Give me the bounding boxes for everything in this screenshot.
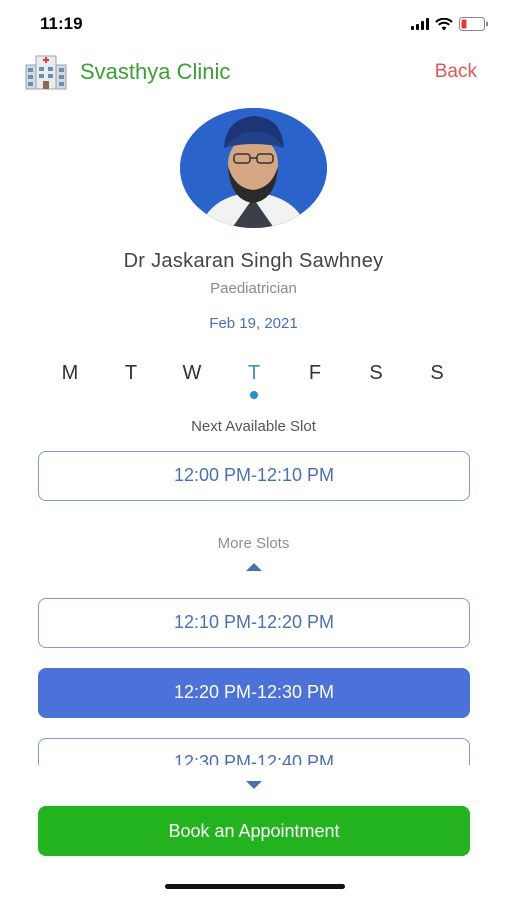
app-header: Svasthya Clinic Back <box>0 50 507 96</box>
doctor-name: Dr Jaskaran Singh Sawhney <box>123 250 384 272</box>
signal-icon <box>411 18 429 30</box>
selected-day-dot <box>250 391 258 399</box>
doctor-avatar <box>180 108 327 228</box>
slot-list-viewport: 12:30 PM-12:40 PM <box>0 735 507 765</box>
selected-date: Feb 19, 2021 <box>209 315 298 332</box>
status-icons <box>411 16 489 32</box>
wifi-icon <box>435 17 453 31</box>
weekday-label: T <box>247 362 261 384</box>
home-indicator[interactable] <box>165 884 345 889</box>
chevron-up-icon[interactable] <box>246 563 262 571</box>
time-slot-selected[interactable]: 12:20 PM-12:30 PM <box>38 668 470 718</box>
weekday-friday[interactable]: F <box>300 362 330 385</box>
next-available-label: Next Available Slot <box>191 418 316 435</box>
clinic-name: Svasthya Clinic <box>80 59 231 84</box>
more-slots-label: More Slots <box>217 535 290 552</box>
chevron-down-icon[interactable] <box>246 781 262 789</box>
appointment-screen: 11:19 Svasthya Clinic Back Dr Jaskaran S… <box>0 0 507 900</box>
back-button[interactable]: Back <box>435 61 477 83</box>
weekday-selector: M T W T F S S <box>38 362 470 402</box>
next-available-slot[interactable]: 12:00 PM-12:10 PM <box>38 451 470 501</box>
weekday-thursday[interactable]: T <box>239 362 269 399</box>
time-slot[interactable]: 12:30 PM-12:40 PM <box>38 738 470 765</box>
weekday-monday[interactable]: M <box>55 362 85 385</box>
weekday-tuesday[interactable]: T <box>116 362 146 385</box>
battery-icon <box>459 17 489 31</box>
doctor-specialty: Paediatrician <box>210 280 297 297</box>
time-slot[interactable]: 12:10 PM-12:20 PM <box>38 598 470 648</box>
book-appointment-button[interactable]: Book an Appointment <box>38 806 470 856</box>
status-time: 11:19 <box>40 14 83 33</box>
hospital-icon <box>24 53 68 91</box>
weekday-saturday[interactable]: S <box>361 362 391 385</box>
weekday-sunday[interactable]: S <box>422 362 452 385</box>
weekday-wednesday[interactable]: W <box>177 362 207 385</box>
